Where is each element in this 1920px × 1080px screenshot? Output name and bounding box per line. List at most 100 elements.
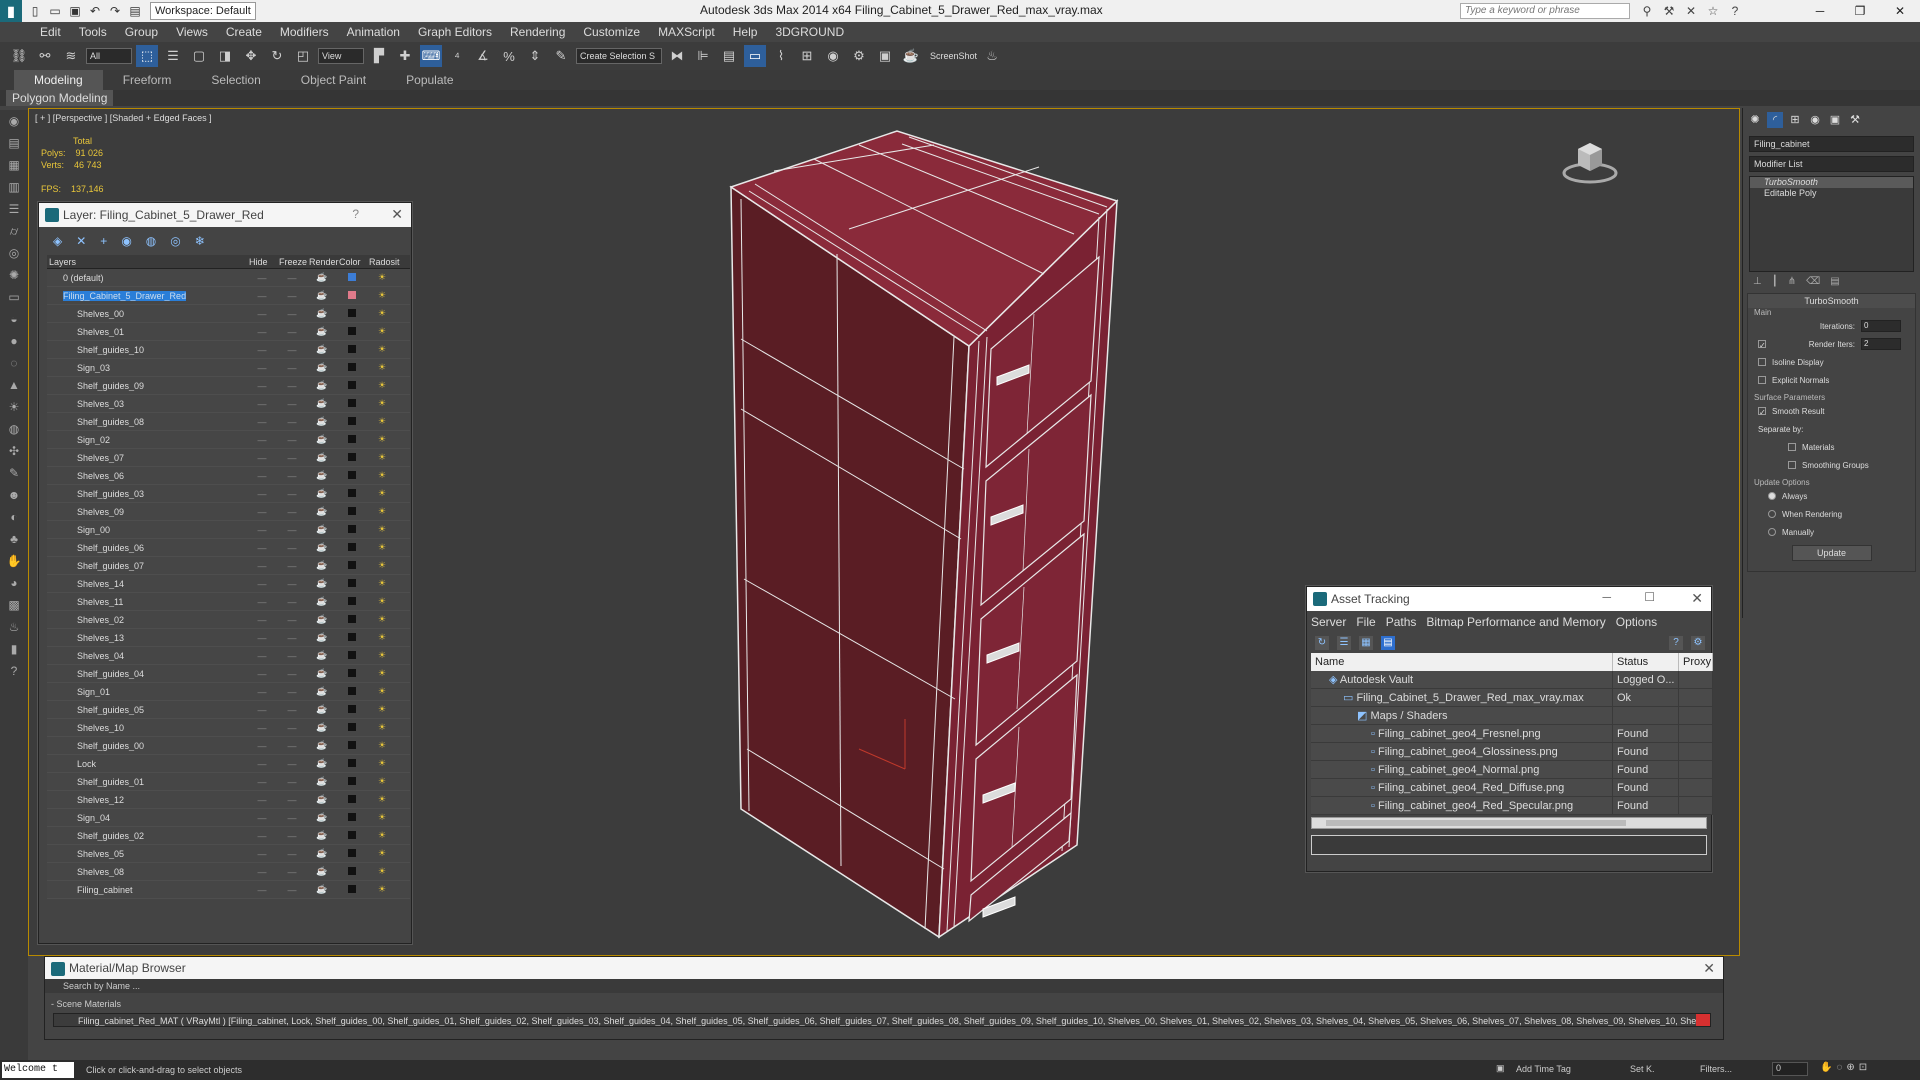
- hide-toggle-icon[interactable]: —: [247, 831, 277, 841]
- layer-row[interactable]: Shelf_guides_02— — ☕ ☀: [47, 827, 410, 845]
- render-toggle-icon[interactable]: ☕: [307, 380, 337, 391]
- ribbon-toggle-icon[interactable]: ▭: [744, 45, 766, 67]
- redo-icon[interactable]: ↷: [106, 2, 124, 20]
- ribbon-tab-selection[interactable]: Selection: [191, 70, 280, 90]
- layer-row[interactable]: Shelves_14— — ☕ ☀: [47, 575, 410, 593]
- link-icon[interactable]: ⛓: [8, 45, 30, 67]
- pin-stack-icon[interactable]: ⊥: [1753, 276, 1762, 287]
- render-toggle-icon[interactable]: ☕: [307, 614, 337, 625]
- freeze-toggle-icon[interactable]: —: [277, 597, 307, 607]
- layer-row[interactable]: Sign_00— — ☕ ☀: [47, 521, 410, 539]
- render-toggle-icon[interactable]: ☕: [307, 794, 337, 805]
- hierarchy-tab-icon[interactable]: ⊞: [1787, 112, 1803, 128]
- asset-menu-bitmap-performance-and-memory[interactable]: Bitmap Performance and Memory: [1426, 615, 1605, 629]
- asset-row[interactable]: ◩ Maps / Shaders: [1311, 707, 1713, 725]
- remove-modifier-icon[interactable]: ⌫: [1806, 276, 1820, 287]
- menu-item-tools[interactable]: Tools: [79, 25, 107, 39]
- radiosity-icon[interactable]: ☀: [367, 380, 397, 391]
- close-icon[interactable]: ✕: [391, 206, 403, 223]
- lock-icon[interactable]: ▣: [1496, 1063, 1505, 1074]
- hide-toggle-icon[interactable]: —: [247, 759, 277, 769]
- layer-row[interactable]: Filing_cabinet — — ☕ ☀: [47, 881, 410, 899]
- radiosity-icon[interactable]: ☀: [367, 848, 397, 859]
- help-icon[interactable]: ?: [1726, 2, 1744, 20]
- radiosity-icon[interactable]: ☀: [367, 668, 397, 679]
- layer-row[interactable]: Shelf_guides_08— — ☕ ☀: [47, 413, 410, 431]
- new-file-icon[interactable]: ▯: [26, 2, 44, 20]
- menu-item-3dground[interactable]: 3DGROUND: [775, 25, 844, 39]
- layer-color-cell[interactable]: [337, 794, 367, 805]
- box-icon[interactable]: ▭: [0, 286, 28, 308]
- layer-col-render[interactable]: Render: [307, 255, 339, 268]
- layer-color-cell[interactable]: [337, 542, 367, 553]
- freeze-toggle-icon[interactable]: —: [277, 831, 307, 841]
- close-icon[interactable]: ✕: [1880, 0, 1920, 22]
- add-time-tag-label[interactable]: Add Time Tag: [1516, 1064, 1571, 1074]
- radiosity-icon[interactable]: ☀: [367, 398, 397, 409]
- tree-view-icon[interactable]: ▤: [1381, 636, 1395, 650]
- sphere-blue-icon[interactable]: ◕: [0, 572, 28, 594]
- layer-col-color[interactable]: Color: [337, 255, 367, 268]
- freeze-toggle-icon[interactable]: —: [277, 723, 307, 733]
- schematic-view-icon[interactable]: ⊞: [796, 45, 818, 67]
- maximize-viewport-icon[interactable]: ⊡: [1859, 1062, 1867, 1073]
- freeze-toggle-icon[interactable]: —: [277, 435, 307, 445]
- layer-color-cell[interactable]: [337, 524, 367, 535]
- hide-toggle-icon[interactable]: —: [247, 327, 277, 337]
- layer-color-cell[interactable]: [337, 578, 367, 589]
- freeze-toggle-icon[interactable]: —: [277, 669, 307, 679]
- create-tab-icon[interactable]: ✺: [1747, 112, 1763, 128]
- freeze-all-icon[interactable]: ❄: [195, 234, 205, 248]
- rect-region-icon[interactable]: ▢: [188, 45, 210, 67]
- freeze-toggle-icon[interactable]: —: [277, 687, 307, 697]
- render-iters-spinner[interactable]: 2: [1861, 338, 1901, 350]
- open-file-icon[interactable]: ▭: [46, 2, 64, 20]
- list-icon[interactable]: ☰: [0, 198, 28, 220]
- help-icon[interactable]: ?: [1669, 636, 1683, 650]
- freeze-toggle-icon[interactable]: —: [277, 651, 307, 661]
- radiosity-icon[interactable]: ☀: [367, 434, 397, 445]
- radiosity-icon[interactable]: ☀: [367, 794, 397, 805]
- layer-color-cell[interactable]: [337, 722, 367, 733]
- asset-row[interactable]: ▫ Filing_cabinet_geo4_Normal.png Found: [1311, 761, 1713, 779]
- render-toggle-icon[interactable]: ☕: [307, 362, 337, 373]
- cone-icon[interactable]: ▲: [0, 374, 28, 396]
- hide-toggle-icon[interactable]: —: [247, 705, 277, 715]
- camera-icon[interactable]: ◎: [0, 242, 28, 264]
- unlink-icon[interactable]: ⚯: [34, 45, 56, 67]
- layer-color-cell[interactable]: [337, 560, 367, 571]
- layer-row[interactable]: Sign_04— — ☕ ☀: [47, 809, 410, 827]
- hide-toggle-icon[interactable]: —: [247, 651, 277, 661]
- render-toggle-icon[interactable]: ☕: [307, 542, 337, 553]
- layer-row[interactable]: Shelves_03— — ☕ ☀: [47, 395, 410, 413]
- materials-checkbox[interactable]: [1788, 443, 1796, 451]
- stack-item-editable-poly[interactable]: Editable Poly: [1750, 188, 1913, 199]
- layer-color-cell[interactable]: [337, 614, 367, 625]
- freeze-toggle-icon[interactable]: —: [277, 525, 307, 535]
- radiosity-icon[interactable]: ☀: [367, 740, 397, 751]
- question-icon[interactable]: ?: [0, 660, 28, 682]
- radiosity-icon[interactable]: ☀: [367, 866, 397, 877]
- layer-color-cell[interactable]: [337, 632, 367, 643]
- hide-toggle-icon[interactable]: —: [247, 543, 277, 553]
- grid-icon[interactable]: ▦: [0, 154, 28, 176]
- undo-icon[interactable]: ↶: [86, 2, 104, 20]
- material-editor-icon[interactable]: ◉: [822, 45, 844, 67]
- modify-tab-icon[interactable]: ◜: [1767, 112, 1783, 128]
- layer-row[interactable]: Shelf_guides_04— — ☕ ☀: [47, 665, 410, 683]
- render-toggle-icon[interactable]: ☕: [307, 722, 337, 733]
- freeze-toggle-icon[interactable]: —: [277, 381, 307, 391]
- smooth-result-checkbox[interactable]: ✓: [1758, 407, 1766, 417]
- freeze-toggle-icon[interactable]: —: [277, 291, 307, 301]
- polygon-modeling-label[interactable]: Polygon Modeling: [6, 90, 114, 106]
- hide-toggle-icon[interactable]: —: [247, 381, 277, 391]
- menu-item-rendering[interactable]: Rendering: [510, 25, 565, 39]
- asset-row[interactable]: ▫ Filing_cabinet_geo4_Glossiness.png Foun…: [1311, 743, 1713, 761]
- frame-field[interactable]: 0: [1772, 1062, 1808, 1076]
- render-toggle-icon[interactable]: ☕: [307, 344, 337, 355]
- render-toggle-icon[interactable]: ☕: [307, 740, 337, 751]
- hide-toggle-icon[interactable]: —: [247, 687, 277, 697]
- layer-color-cell[interactable]: [337, 884, 367, 895]
- radiosity-icon[interactable]: ☀: [367, 596, 397, 607]
- move-icon[interactable]: ✥: [240, 45, 262, 67]
